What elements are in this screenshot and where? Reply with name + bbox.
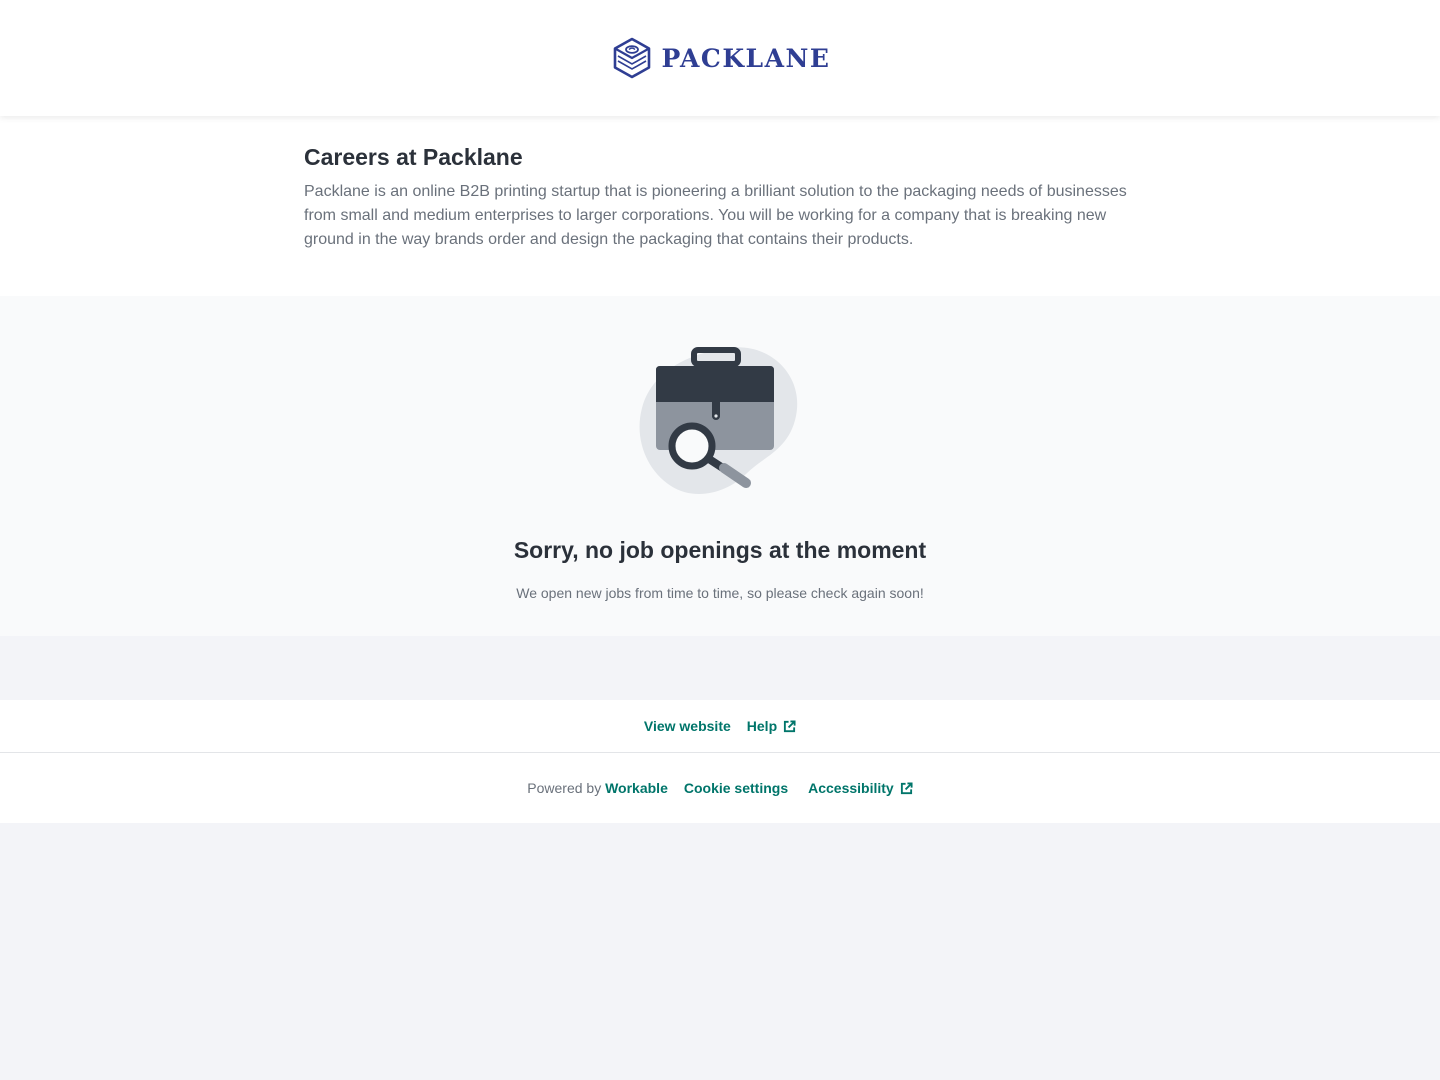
packlane-logo[interactable]: PACKLANE <box>610 36 831 80</box>
content-spacer <box>0 636 1440 700</box>
footer-links: View website Help <box>0 700 1440 753</box>
external-link-icon <box>784 719 796 732</box>
box-logo-icon <box>613 37 650 79</box>
accessibility-label: Accessibility <box>808 780 894 796</box>
empty-state-subtitle: We open new jobs from time to time, so p… <box>516 585 924 601</box>
view-website-label: View website <box>643 718 731 734</box>
careers-intro: Careers at Packlane Packlane is an onlin… <box>0 116 1440 296</box>
powered-by: Powered by Workable <box>527 780 668 796</box>
company-description: Packlane is an online B2B printing start… <box>304 183 1127 248</box>
briefcase-search-icon <box>639 347 798 495</box>
cookie-settings-link[interactable]: Cookie settings <box>684 780 788 796</box>
cookie-settings-label: Cookie settings <box>683 780 789 796</box>
empty-state-title: Sorry, no job openings at the moment <box>513 537 927 563</box>
view-website-link[interactable]: View website <box>644 718 731 734</box>
workable-link[interactable]: Workable <box>605 780 668 796</box>
powered-by-label: Powered by <box>527 780 602 796</box>
page-title: Careers at Packlane <box>304 144 523 170</box>
external-link-icon <box>900 781 913 794</box>
accessibility-link[interactable]: Accessibility <box>808 780 913 796</box>
help-label: Help <box>746 718 778 734</box>
help-link[interactable]: Help <box>747 718 796 734</box>
site-footer: Powered by Workable Cookie settings Acce… <box>0 753 1440 823</box>
no-jobs-empty-state: Sorry, no job openings at the moment We … <box>0 296 1440 636</box>
site-header: PACKLANE <box>0 0 1440 116</box>
logo-wordmark: PACKLANE <box>661 43 831 73</box>
